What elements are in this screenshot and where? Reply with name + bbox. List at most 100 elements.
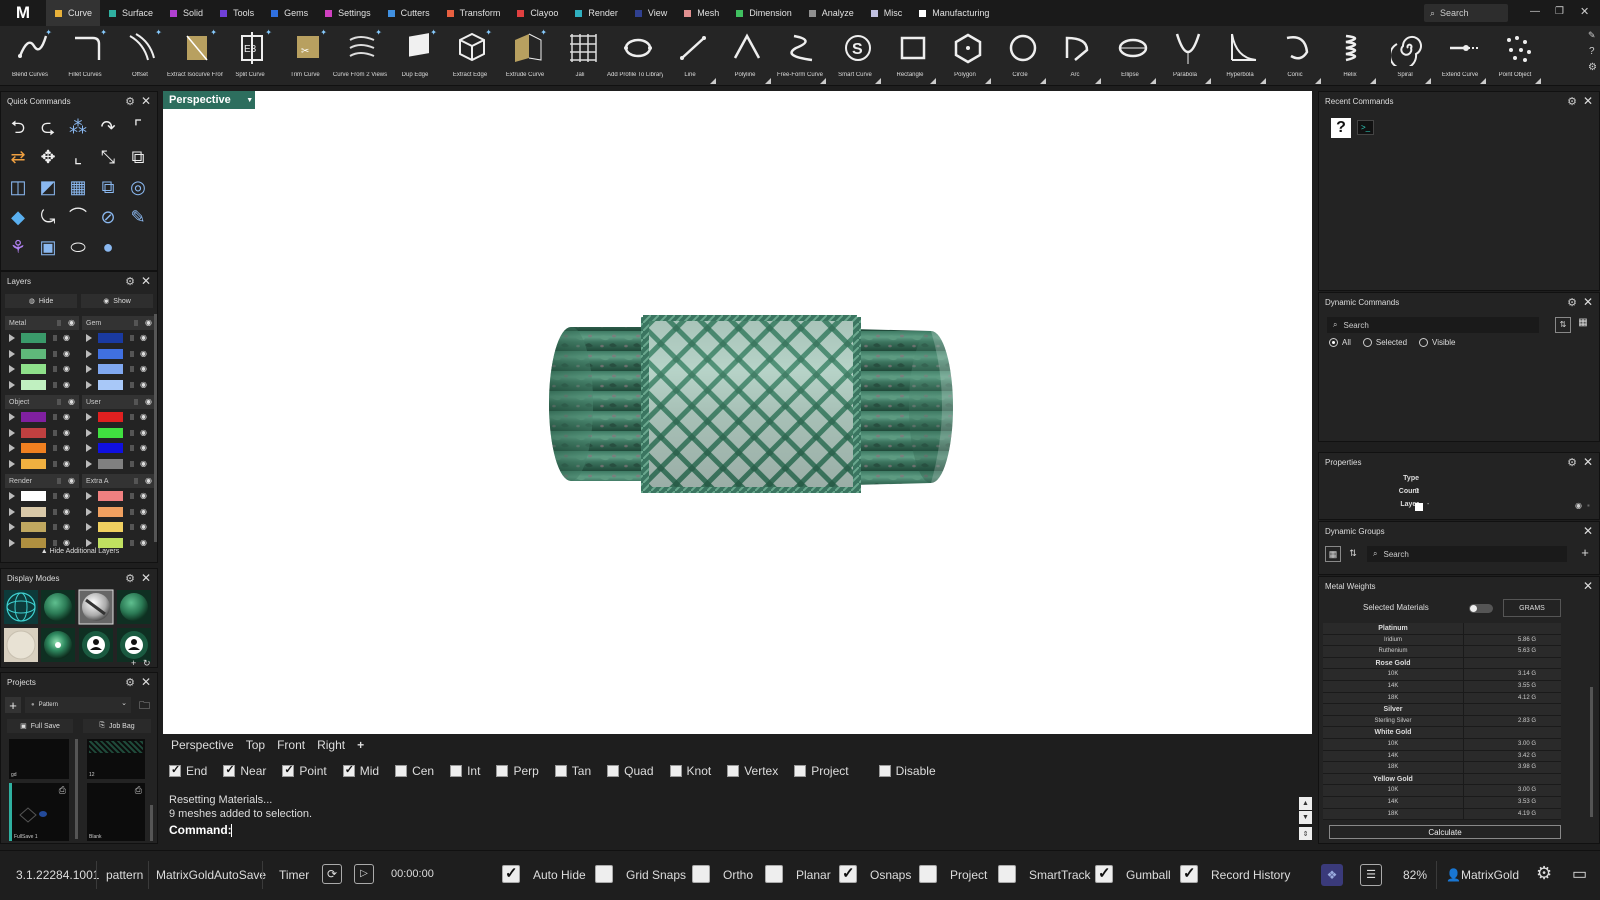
projects-scrollbar-right[interactable] bbox=[150, 805, 153, 841]
layer-color-swatch[interactable] bbox=[98, 364, 123, 375]
calendar-icon[interactable]: ▦ bbox=[1325, 546, 1341, 562]
checkbox[interactable] bbox=[669, 765, 682, 777]
eye-icon[interactable]: ◉ bbox=[63, 412, 70, 421]
snap-int[interactable]: Int bbox=[444, 764, 480, 778]
expand-icon[interactable] bbox=[86, 444, 92, 453]
lock-icon[interactable] bbox=[53, 350, 57, 357]
eye-icon[interactable]: ◉ bbox=[1575, 501, 1582, 510]
snap-vertex[interactable]: Vertex bbox=[721, 764, 778, 778]
checkbox[interactable] bbox=[342, 763, 355, 777]
expand-icon[interactable] bbox=[9, 460, 15, 469]
layer-color-swatch[interactable] bbox=[98, 443, 123, 454]
expand-icon[interactable] bbox=[9, 539, 15, 548]
dynamic-commands-search[interactable]: ⌕ Search bbox=[1327, 317, 1539, 333]
filter-visible[interactable]: Visible bbox=[1419, 338, 1455, 347]
tool-point-object[interactable]: Point Object bbox=[1487, 26, 1543, 86]
close-icon[interactable]: ✕ bbox=[1583, 94, 1593, 108]
app-logo[interactable]: M bbox=[0, 0, 46, 26]
expand-icon[interactable] bbox=[86, 507, 92, 516]
layer-color-swatch[interactable] bbox=[98, 522, 123, 533]
copy-icon[interactable]: ⧉ bbox=[95, 174, 121, 200]
layer-row[interactable]: ◉ bbox=[5, 330, 79, 346]
menu-tab-mesh[interactable]: Mesh bbox=[675, 0, 727, 26]
lock-icon[interactable] bbox=[130, 445, 134, 452]
radio-button[interactable] bbox=[1329, 338, 1338, 347]
eye-icon[interactable]: ◉ bbox=[63, 522, 70, 531]
checkbox[interactable] bbox=[450, 765, 463, 777]
tool-offset[interactable]: Offset ✦ bbox=[112, 26, 168, 86]
eye-icon[interactable]: ◉ bbox=[63, 349, 70, 358]
checkbox[interactable] bbox=[496, 765, 509, 777]
lock-icon[interactable] bbox=[130, 429, 134, 436]
snap-tan[interactable]: Tan bbox=[549, 764, 591, 778]
scale-icon[interactable]: ⤡ bbox=[95, 144, 121, 170]
project-thumb[interactable]: gd bbox=[9, 739, 69, 779]
close-icon[interactable]: ✕ bbox=[1580, 5, 1589, 18]
tool-extract-edge[interactable]: Extract Edge ✦ bbox=[442, 26, 498, 86]
add-project-button[interactable]: + bbox=[5, 697, 21, 713]
toggle-label[interactable]: SmartTrack bbox=[1029, 868, 1091, 882]
dropdown-corner-icon[interactable] bbox=[1095, 78, 1101, 84]
settings-gear-icon[interactable]: ⚙ bbox=[1536, 863, 1552, 884]
command-input[interactable] bbox=[231, 824, 1131, 837]
dropdown-corner-icon[interactable] bbox=[875, 78, 881, 84]
top-search-input[interactable]: ⌕ Search bbox=[1424, 4, 1508, 22]
show-layers-button[interactable]: ◉ Show bbox=[81, 294, 153, 308]
checkbox[interactable] bbox=[794, 765, 807, 777]
lock-icon[interactable] bbox=[53, 461, 57, 468]
redo-icon[interactable]: ⮎ bbox=[35, 114, 61, 140]
expand-icon[interactable] bbox=[9, 523, 15, 532]
expand-icon[interactable] bbox=[86, 381, 92, 390]
toggle-label[interactable]: Ortho bbox=[723, 868, 753, 882]
lock-icon[interactable] bbox=[130, 335, 134, 341]
eye-icon[interactable]: ◉ bbox=[140, 380, 147, 389]
view-tab-front[interactable]: Front bbox=[277, 738, 305, 752]
layer-row[interactable]: ◉ bbox=[5, 456, 79, 472]
layer-group-header[interactable]: Object ◉ bbox=[5, 395, 79, 409]
lock-icon[interactable] bbox=[53, 366, 57, 373]
layer-color-swatch[interactable] bbox=[21, 380, 46, 391]
dropdown-corner-icon[interactable] bbox=[1260, 78, 1266, 84]
toggle-label[interactable]: Project bbox=[950, 868, 987, 882]
terminal-command-icon[interactable]: >_ bbox=[1357, 120, 1374, 135]
layer-color-swatch[interactable] bbox=[98, 427, 123, 438]
dropdown-corner-icon[interactable] bbox=[710, 78, 716, 84]
eye-icon[interactable]: ◉ bbox=[140, 412, 147, 421]
gear-icon[interactable]: ⚙ bbox=[1567, 296, 1577, 309]
eye-icon[interactable]: ◉ bbox=[63, 443, 70, 452]
dropdown-corner-icon[interactable] bbox=[1370, 78, 1376, 84]
tool-rectangle[interactable]: Rectangle bbox=[882, 26, 938, 86]
menu-tab-transform[interactable]: Transform bbox=[438, 0, 509, 26]
tool-add-profile-to-library[interactable]: Add Profile To Library bbox=[607, 26, 663, 86]
matrixgold-icon[interactable]: ❖ bbox=[1321, 864, 1343, 886]
ring-icon[interactable]: ◎ bbox=[125, 174, 151, 200]
layer-group-header[interactable]: User ◉ bbox=[82, 395, 156, 409]
snap-quad[interactable]: Quad bbox=[601, 764, 654, 778]
close-icon[interactable]: ✕ bbox=[141, 94, 151, 108]
move-icon[interactable]: ✥ bbox=[35, 144, 61, 170]
checkbox[interactable] bbox=[727, 765, 740, 777]
layer-row[interactable]: ◉ bbox=[82, 440, 156, 456]
expand-icon[interactable] bbox=[9, 413, 15, 421]
layer-color-swatch[interactable] bbox=[21, 364, 46, 375]
toggle-grid-snaps-checkbox[interactable] bbox=[595, 865, 613, 883]
scroll-down-icon[interactable]: ▼ bbox=[1299, 811, 1312, 824]
dropdown-corner-icon[interactable] bbox=[765, 78, 771, 84]
layer-row[interactable]: ◉ bbox=[82, 346, 156, 362]
eye-icon[interactable]: ◉ bbox=[63, 538, 70, 547]
maximize-icon[interactable]: ❐ bbox=[1555, 6, 1564, 17]
lock-icon[interactable] bbox=[57, 320, 61, 326]
expand-icon[interactable] bbox=[9, 507, 15, 516]
dropdown-corner-icon[interactable] bbox=[1205, 78, 1211, 84]
toggle-auto-hide-checkbox[interactable] bbox=[502, 864, 520, 883]
tool-conic[interactable]: Conic bbox=[1267, 26, 1323, 86]
eye-icon[interactable]: ◉ bbox=[63, 428, 70, 437]
dynamic-groups-search[interactable]: ⌕ Search bbox=[1367, 546, 1567, 562]
expand-icon[interactable] bbox=[9, 381, 15, 390]
tool-circle[interactable]: Circle bbox=[992, 26, 1048, 86]
tool-blend-curves[interactable]: Blend Curves ✦ bbox=[2, 26, 58, 86]
tool-arc[interactable]: Arc bbox=[1047, 26, 1103, 86]
project-thumb[interactable]: ⎙ Blank bbox=[87, 783, 145, 841]
eye-icon[interactable]: ◉ bbox=[140, 333, 147, 342]
toggle-gumball-checkbox[interactable] bbox=[1095, 864, 1113, 883]
